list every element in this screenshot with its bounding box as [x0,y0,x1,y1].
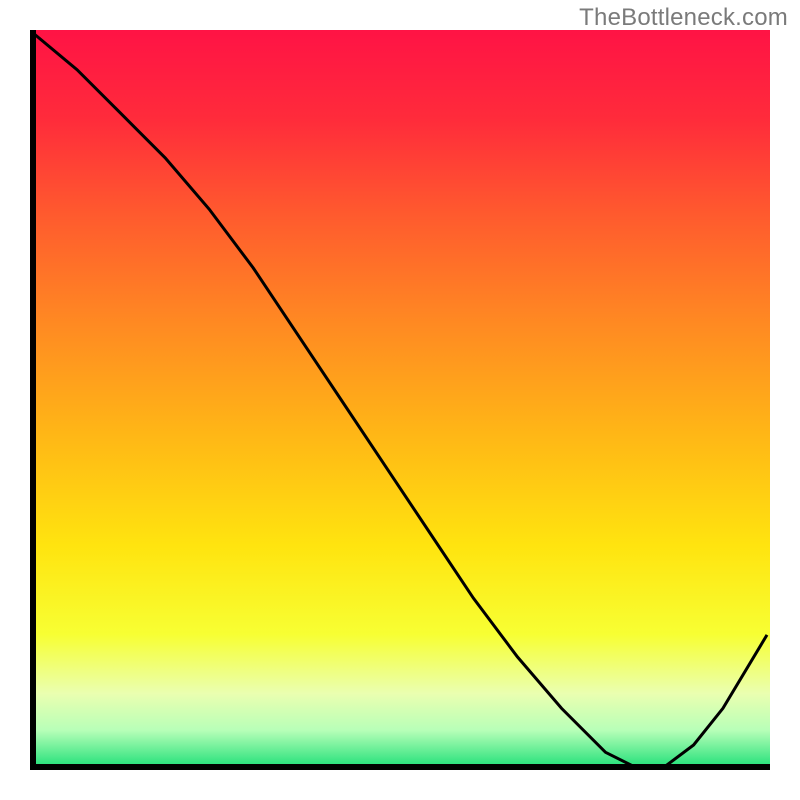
chart-container: TheBottleneck.com [0,0,800,800]
chart-svg [30,30,770,770]
chart-frame [30,30,770,770]
watermark-text: TheBottleneck.com [579,4,788,32]
plot-background [33,30,770,767]
